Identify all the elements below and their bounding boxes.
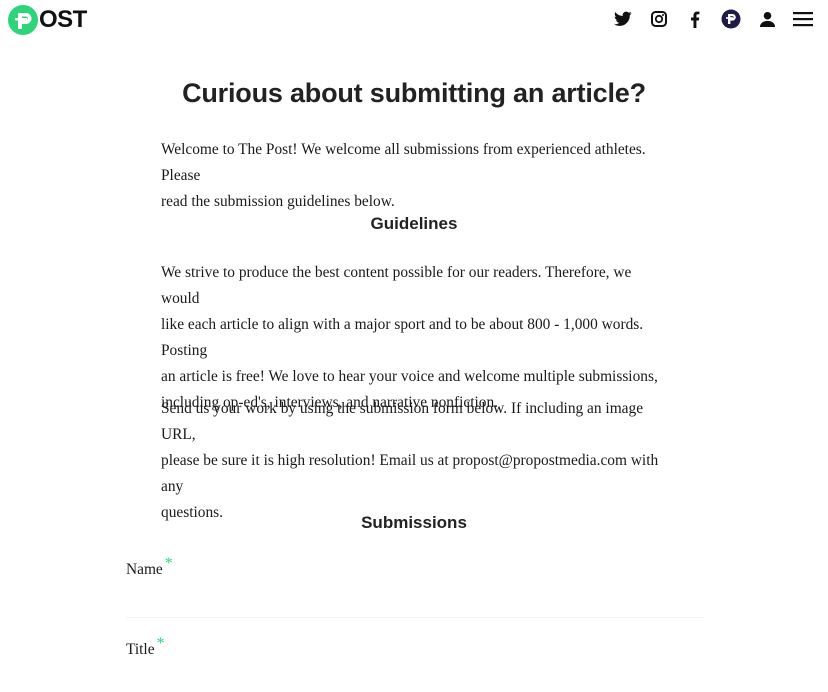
instagram-icon[interactable] bbox=[648, 8, 670, 30]
title-field-label: Title * bbox=[126, 635, 165, 659]
guidelines-paragraph: We strive to produce the best content po… bbox=[161, 260, 671, 416]
site-header: OST bbox=[0, 0, 828, 40]
name-field-label: Name * bbox=[126, 555, 173, 579]
guidelines-line: like each article to align with a major … bbox=[161, 316, 644, 359]
guidelines-line: We strive to produce the best content po… bbox=[161, 264, 632, 307]
site-logo[interactable]: OST bbox=[8, 5, 87, 35]
logo-p-icon bbox=[8, 5, 38, 35]
guidelines-heading: Guidelines bbox=[370, 214, 458, 233]
twitter-icon[interactable] bbox=[612, 8, 634, 30]
instructions-line: please be sure it is high resolution! Em… bbox=[161, 452, 659, 495]
title-label-text: Title bbox=[126, 641, 155, 658]
required-indicator: * bbox=[164, 555, 173, 572]
instructions-line: Send us your work by using the submissio… bbox=[161, 400, 644, 443]
intro-paragraph: Welcome to The Post! We welcome all subm… bbox=[161, 137, 671, 215]
facebook-icon[interactable] bbox=[684, 8, 706, 30]
user-icon[interactable] bbox=[756, 8, 778, 30]
submissions-heading: Submissions bbox=[361, 513, 467, 532]
name-label-text: Name bbox=[126, 561, 163, 578]
name-input[interactable] bbox=[126, 584, 704, 618]
intro-line: read the submission guidelines below. bbox=[161, 193, 395, 210]
submission-instructions-paragraph: Send us your work by using the submissio… bbox=[161, 396, 671, 526]
guidelines-line: an article is free! We love to hear your… bbox=[161, 368, 658, 385]
page-title: Curious about submitting an article? bbox=[182, 78, 646, 108]
header-icons bbox=[598, 8, 814, 30]
required-indicator: * bbox=[156, 635, 165, 652]
menu-icon[interactable] bbox=[792, 8, 814, 30]
intro-line: Welcome to The Post! We welcome all subm… bbox=[161, 141, 646, 184]
propost-icon[interactable] bbox=[720, 8, 742, 30]
logo-text: OST bbox=[39, 6, 87, 33]
